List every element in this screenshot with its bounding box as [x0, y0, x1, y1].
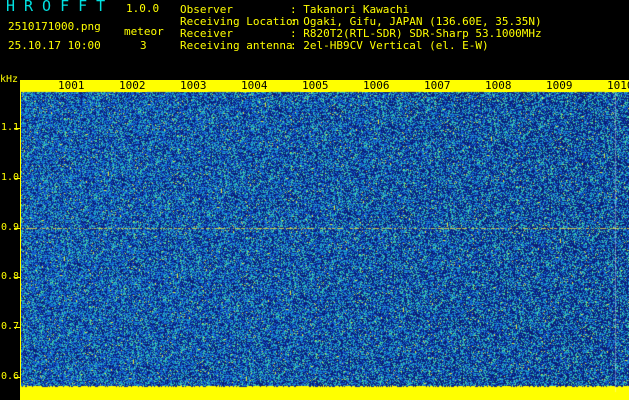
y-tick-mark: [14, 228, 20, 229]
y-tick-mark: [14, 327, 20, 328]
meteor-count: 3: [140, 39, 147, 52]
y-axis-unit: kHz: [0, 74, 19, 85]
x-tick-label: 1002: [118, 79, 147, 92]
meteor-label: meteor: [124, 25, 164, 38]
antenna-value: : 2el-HB9CV Vertical (el. E-W): [290, 39, 489, 52]
x-tick-label: 1006: [362, 79, 391, 92]
x-tick-label: 1007: [423, 79, 452, 92]
x-tick-label: 1009: [545, 79, 574, 92]
y-tick-mark: [14, 277, 20, 278]
date-time: 25.10.17 10:00: [8, 39, 101, 52]
x-tick-label: 1001: [57, 79, 86, 92]
x-tick-label: 1010: [606, 80, 629, 92]
y-tick-mark: [14, 178, 20, 179]
y-tick-mark: [14, 377, 20, 378]
x-tick-label: 1008: [484, 79, 513, 92]
spectrogram-canvas: [20, 80, 629, 400]
app-version: 1.0.0: [126, 2, 160, 15]
y-axis-line: [20, 80, 21, 400]
x-tick-label: 1004: [240, 79, 269, 92]
file-name: 2510171000.png: [8, 20, 101, 33]
y-tick-mark: [14, 128, 20, 129]
x-tick-label: 1003: [179, 79, 208, 92]
header-panel: HROFFT 1.0.0 2510171000.png 25.10.17 10:…: [0, 0, 629, 78]
x-tick-label: 1005: [301, 79, 330, 92]
antenna-key: Receiving antenna: [180, 39, 293, 52]
app-title: HROFFT: [6, 0, 115, 15]
spectrogram: [20, 80, 629, 400]
